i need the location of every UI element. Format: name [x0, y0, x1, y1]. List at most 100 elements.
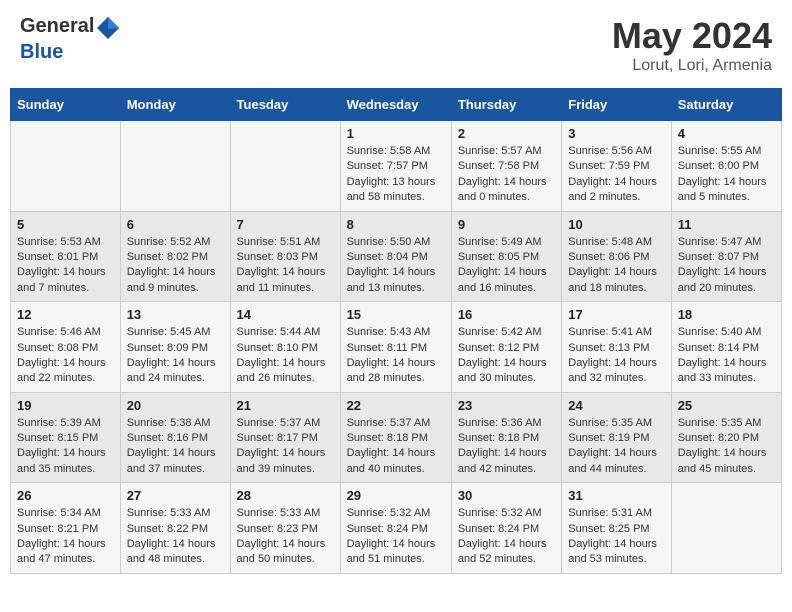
day-cell: 9 Sunrise: 5:49 AMSunset: 8:05 PMDaylight…: [451, 211, 561, 302]
day-cell: 26 Sunrise: 5:34 AMSunset: 8:21 PMDayligh…: [11, 483, 121, 574]
logo-general: General: [20, 15, 94, 37]
day-number: 3: [568, 126, 664, 141]
day-info: Sunrise: 5:32 AMSunset: 8:24 PMDaylight:…: [347, 506, 445, 568]
day-number: 30: [458, 488, 555, 503]
day-number: 10: [568, 217, 664, 232]
day-info: Sunrise: 5:47 AMSunset: 8:07 PMDaylight:…: [678, 235, 775, 297]
day-info: Sunrise: 5:33 AMSunset: 8:23 PMDaylight:…: [237, 506, 334, 568]
header-monday: Monday: [120, 89, 230, 121]
day-info: Sunrise: 5:31 AMSunset: 8:25 PMDaylight:…: [568, 506, 664, 568]
day-number: 26: [17, 488, 114, 503]
header-thursday: Thursday: [451, 89, 561, 121]
day-info: Sunrise: 5:33 AMSunset: 8:22 PMDaylight:…: [127, 506, 224, 568]
day-number: 27: [127, 488, 224, 503]
day-info: Sunrise: 5:45 AMSunset: 8:09 PMDaylight:…: [127, 325, 224, 387]
day-number: 20: [127, 398, 224, 413]
day-number: 12: [17, 307, 114, 322]
day-info: Sunrise: 5:34 AMSunset: 8:21 PMDaylight:…: [17, 506, 114, 568]
day-number: 14: [237, 307, 334, 322]
header-tuesday: Tuesday: [230, 89, 340, 121]
header-friday: Friday: [562, 89, 671, 121]
day-info: Sunrise: 5:50 AMSunset: 8:04 PMDaylight:…: [347, 235, 445, 297]
title-section: May 2024 Lorut, Lori, Armenia: [612, 15, 772, 75]
day-number: 2: [458, 126, 555, 141]
day-number: 15: [347, 307, 445, 322]
day-cell: 30 Sunrise: 5:32 AMSunset: 8:24 PMDayligh…: [451, 483, 561, 574]
day-cell: 23 Sunrise: 5:36 AMSunset: 8:18 PMDayligh…: [451, 392, 561, 483]
day-cell: 18 Sunrise: 5:40 AMSunset: 8:14 PMDayligh…: [671, 302, 781, 393]
day-number: 8: [347, 217, 445, 232]
day-number: 31: [568, 488, 664, 503]
header-saturday: Saturday: [671, 89, 781, 121]
day-cell: 25 Sunrise: 5:35 AMSunset: 8:20 PMDayligh…: [671, 392, 781, 483]
day-cell: 22 Sunrise: 5:37 AMSunset: 8:18 PMDayligh…: [340, 392, 451, 483]
week-row-4: 19 Sunrise: 5:39 AMSunset: 8:15 PMDayligh…: [11, 392, 782, 483]
calendar-table: Sunday Monday Tuesday Wednesday Thursday…: [10, 88, 782, 574]
calendar-title: May 2024: [612, 15, 772, 57]
day-cell: [11, 121, 121, 212]
day-cell: [230, 121, 340, 212]
logo-blue: Blue: [20, 41, 63, 63]
day-cell: 15Sunrise: 5:43 AMSunset: 8:11 PMDayligh…: [340, 302, 451, 393]
logo-icon: [95, 15, 121, 41]
day-cell: 28 Sunrise: 5:33 AMSunset: 8:23 PMDayligh…: [230, 483, 340, 574]
day-info: Sunrise: 5:38 AMSunset: 8:16 PMDaylight:…: [127, 416, 224, 478]
day-info: Sunrise: 5:46 AMSunset: 8:08 PMDaylight:…: [17, 325, 114, 387]
day-cell: 24 Sunrise: 5:35 AMSunset: 8:19 PMDayligh…: [562, 392, 671, 483]
day-number: 7: [237, 217, 334, 232]
day-cell: 4Sunrise: 5:55 AMSunset: 8:00 PMDaylight…: [671, 121, 781, 212]
day-cell: 14 Sunrise: 5:44 AMSunset: 8:10 PMDayligh…: [230, 302, 340, 393]
day-info: Sunrise: 5:40 AMSunset: 8:14 PMDaylight:…: [678, 325, 775, 387]
day-info: Sunrise: 5:42 AMSunset: 8:12 PMDaylight:…: [458, 325, 555, 387]
day-number: 23: [458, 398, 555, 413]
day-cell: 5Sunrise: 5:53 AMSunset: 8:01 PMDaylight…: [11, 211, 121, 302]
day-cell: 21 Sunrise: 5:37 AMSunset: 8:17 PMDayligh…: [230, 392, 340, 483]
day-number: 4: [678, 126, 775, 141]
day-info: Sunrise: 5:36 AMSunset: 8:18 PMDaylight:…: [458, 416, 555, 478]
day-info: Sunrise: 5:48 AMSunset: 8:06 PMDaylight:…: [568, 235, 664, 297]
day-cell: 16Sunrise: 5:42 AMSunset: 8:12 PMDayligh…: [451, 302, 561, 393]
day-cell: 8 Sunrise: 5:50 AMSunset: 8:04 PMDaylight…: [340, 211, 451, 302]
day-number: 9: [458, 217, 555, 232]
calendar-subtitle: Lorut, Lori, Armenia: [612, 57, 772, 75]
day-info: Sunrise: 5:49 AMSunset: 8:05 PMDaylight:…: [458, 235, 555, 297]
week-row-2: 5Sunrise: 5:53 AMSunset: 8:01 PMDaylight…: [11, 211, 782, 302]
calendar-header-row: Sunday Monday Tuesday Wednesday Thursday…: [11, 89, 782, 121]
day-info: Sunrise: 5:37 AMSunset: 8:18 PMDaylight:…: [347, 416, 445, 478]
day-number: 21: [237, 398, 334, 413]
day-number: 18: [678, 307, 775, 322]
day-info: Sunrise: 5:32 AMSunset: 8:24 PMDaylight:…: [458, 506, 555, 568]
logo-text: General Blue: [20, 15, 122, 64]
day-cell: 3 Sunrise: 5:56 AMSunset: 7:59 PMDaylight…: [562, 121, 671, 212]
day-number: 24: [568, 398, 664, 413]
week-row-3: 12 Sunrise: 5:46 AMSunset: 8:08 PMDayligh…: [11, 302, 782, 393]
day-info: Sunrise: 5:35 AMSunset: 8:19 PMDaylight:…: [568, 416, 664, 478]
day-info: Sunrise: 5:56 AMSunset: 7:59 PMDaylight:…: [568, 144, 664, 206]
day-info: Sunrise: 5:39 AMSunset: 8:15 PMDaylight:…: [17, 416, 114, 478]
day-number: 25: [678, 398, 775, 413]
day-cell: 20 Sunrise: 5:38 AMSunset: 8:16 PMDayligh…: [120, 392, 230, 483]
day-info: Sunrise: 5:44 AMSunset: 8:10 PMDaylight:…: [237, 325, 334, 387]
day-cell: 31 Sunrise: 5:31 AMSunset: 8:25 PMDayligh…: [562, 483, 671, 574]
day-number: 11: [678, 217, 775, 232]
day-number: 22: [347, 398, 445, 413]
day-number: 6: [127, 217, 224, 232]
day-info: Sunrise: 5:57 AMSunset: 7:58 PMDaylight:…: [458, 144, 555, 206]
day-number: 1: [347, 126, 445, 141]
day-number: 28: [237, 488, 334, 503]
day-cell: 10 Sunrise: 5:48 AMSunset: 8:06 PMDayligh…: [562, 211, 671, 302]
day-cell: [671, 483, 781, 574]
day-cell: 2 Sunrise: 5:57 AMSunset: 7:58 PMDaylight…: [451, 121, 561, 212]
page-header: General Blue May 2024 Lorut, Lori, Armen…: [10, 10, 782, 80]
day-number: 19: [17, 398, 114, 413]
header-wednesday: Wednesday: [340, 89, 451, 121]
day-number: 13: [127, 307, 224, 322]
header-sunday: Sunday: [11, 89, 121, 121]
day-cell: 13 Sunrise: 5:45 AMSunset: 8:09 PMDayligh…: [120, 302, 230, 393]
day-info: Sunrise: 5:35 AMSunset: 8:20 PMDaylight:…: [678, 416, 775, 478]
day-info: Sunrise: 5:37 AMSunset: 8:17 PMDaylight:…: [237, 416, 334, 478]
day-info: Sunrise: 5:53 AMSunset: 8:01 PMDaylight:…: [17, 235, 114, 297]
day-number: 29: [347, 488, 445, 503]
day-cell: 7Sunrise: 5:51 AMSunset: 8:03 PMDaylight…: [230, 211, 340, 302]
day-info: Sunrise: 5:58 AMSunset: 7:57 PMDaylight:…: [347, 144, 445, 206]
